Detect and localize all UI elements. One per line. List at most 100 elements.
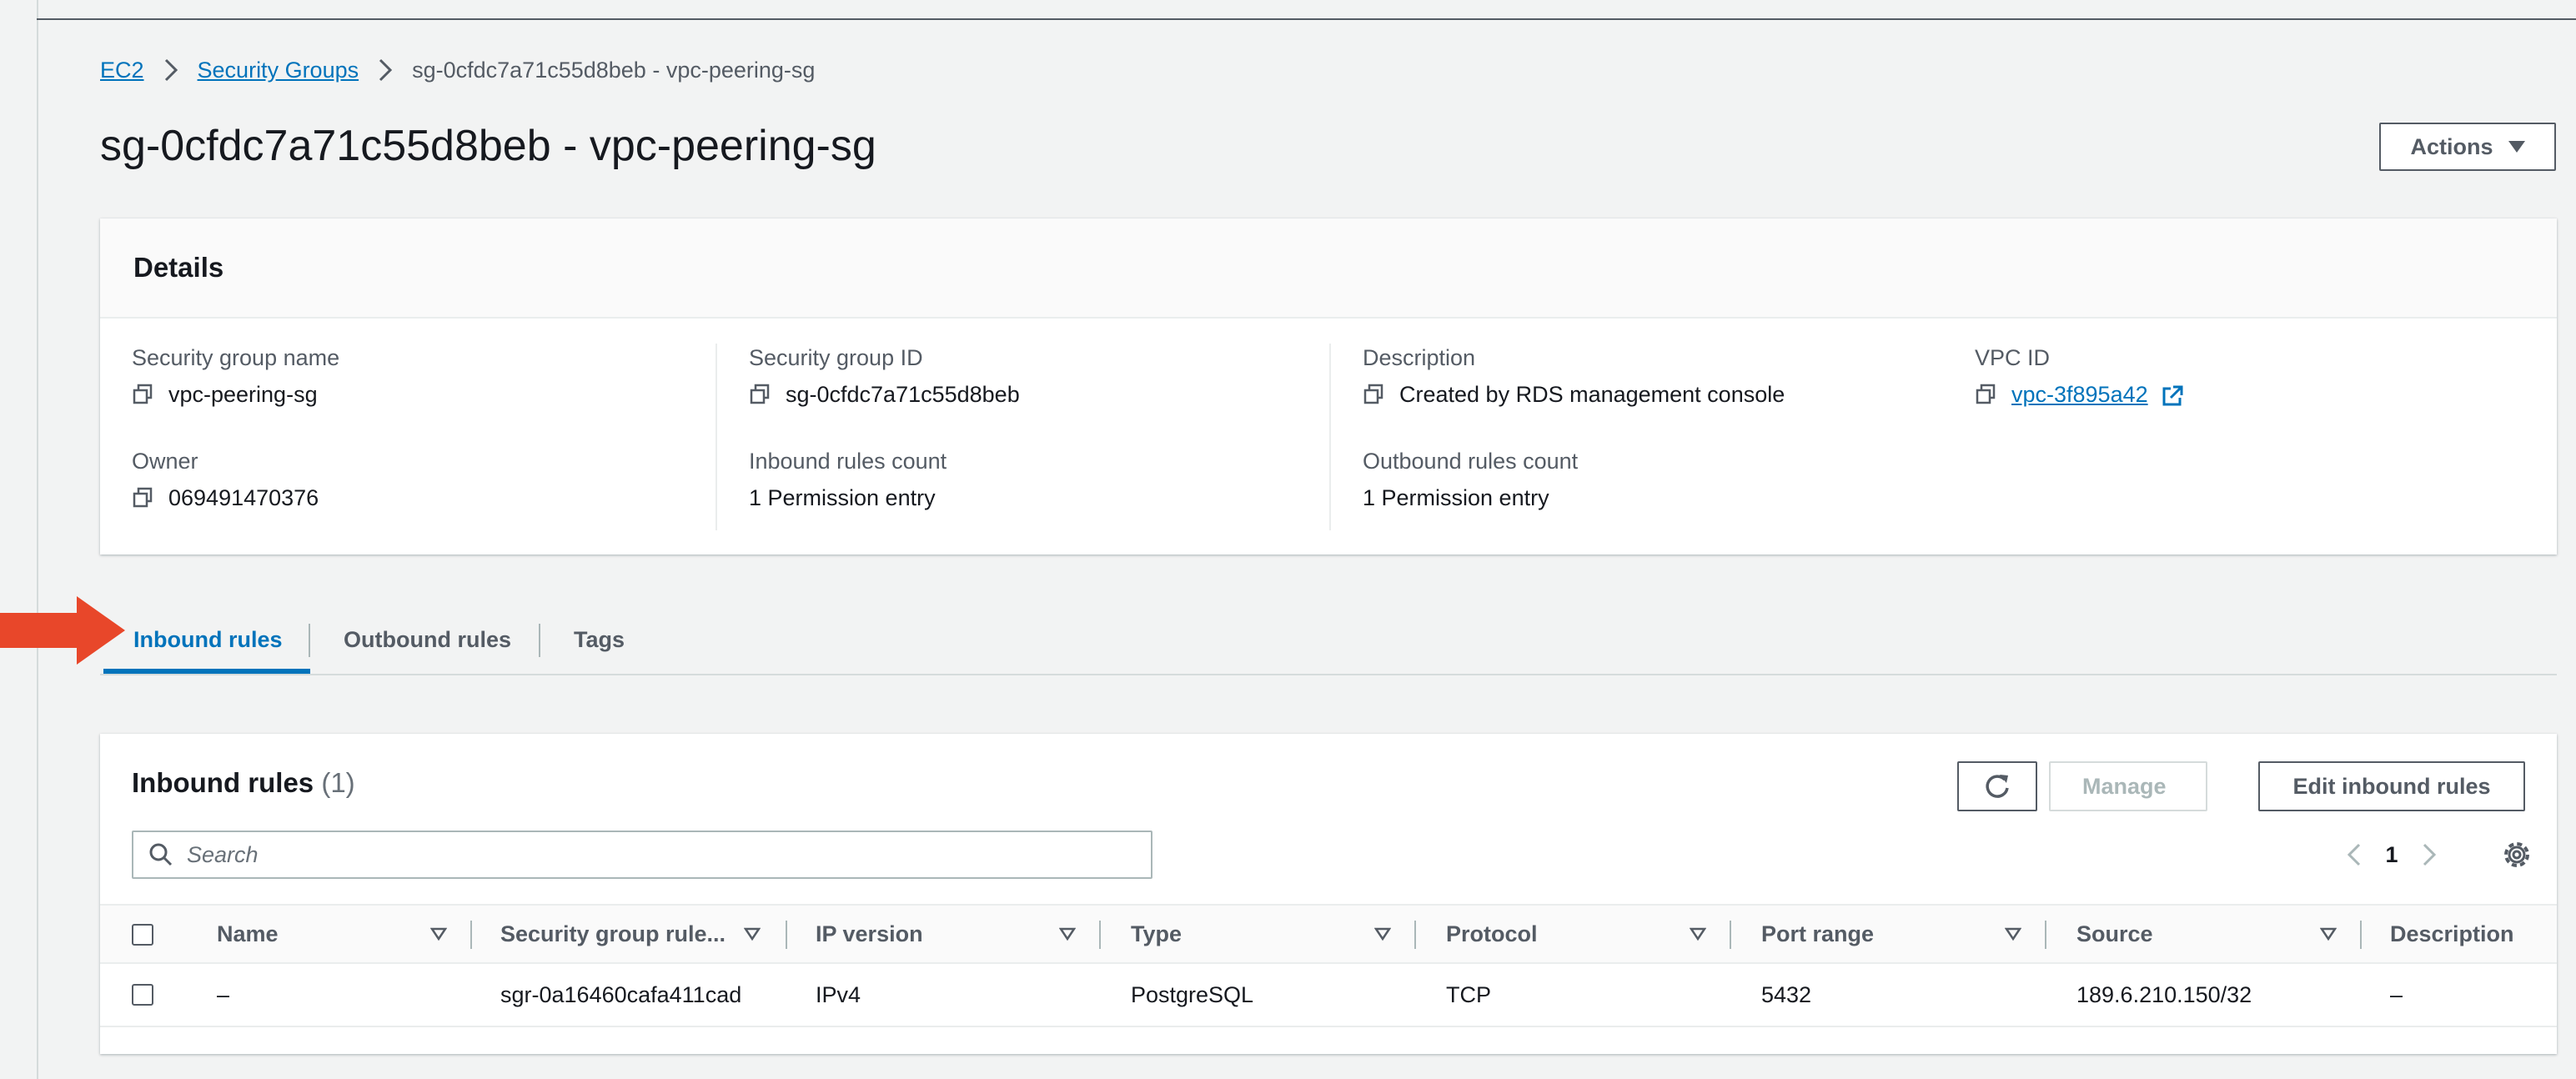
breadcrumb-security-groups-link[interactable]: Security Groups [198,58,359,83]
copy-icon[interactable] [749,384,771,405]
vpc-id-link[interactable]: vpc-3f895a42 [2011,382,2148,407]
breadcrumb-ec2-link[interactable]: EC2 [100,58,144,83]
inbound-rules-count: (1) [321,767,355,798]
field-label: Inbound rules count [749,449,947,474]
sort-icon[interactable] [2320,926,2337,942]
tab-tags[interactable]: Tags [574,605,625,674]
field-owner: Owner 069491470376 [132,447,319,512]
edit-inbound-rules-button[interactable]: Edit inbound rules [2258,761,2525,811]
active-tab-indicator [103,669,310,674]
chevron-right-icon [369,55,402,85]
chevron-right-icon [154,55,188,85]
details-heading: Details [133,252,224,283]
field-security-group-id: Security group ID sg-0cfdc7a71c55d8beb [749,344,1020,409]
sort-icon[interactable] [1059,926,1076,942]
cell-name: – [217,981,230,1007]
pagination: 1 [2333,832,2450,877]
field-label: Outbound rules count [1363,449,1579,474]
inbound-rules-panel: Inbound rules (1) Manage Edit inbound ru… [100,734,2557,1054]
refresh-icon [1986,775,2009,798]
cell-type: PostgreSQL [1131,981,1254,1007]
cell-protocol: TCP [1446,981,1491,1007]
details-column: Security group name vpc-peering-sg Owner… [100,344,716,530]
tab-outbound-rules[interactable]: Outbound rules [344,605,511,674]
row-checkbox[interactable] [132,984,153,1006]
column-divider [1414,921,1416,949]
details-column: Description Created by RDS management co… [1329,344,1945,530]
copy-icon[interactable] [1363,384,1384,405]
field-label: Description [1363,345,1476,370]
select-all-checkbox[interactable] [132,924,153,946]
column-header-description[interactable]: Description [2390,906,2514,962]
field-value: vpc-peering-sg [168,382,318,407]
tab-bar: Inbound rules Outbound rules Tags [100,605,2557,675]
column-header-rule-id[interactable]: Security group rule... [500,906,726,962]
column-header-protocol[interactable]: Protocol [1446,906,1538,962]
column-header-source[interactable]: Source [2076,906,2153,962]
cell-rule-id: sgr-0a16460cafa411cad [500,981,742,1007]
column-divider [2360,921,2362,949]
field-security-group-name: Security group name vpc-peering-sg [132,344,339,409]
breadcrumb-current: sg-0cfdc7a71c55d8beb - vpc-peering-sg [412,57,816,83]
column-divider [2045,921,2046,949]
left-frame [0,0,38,1079]
table-row[interactable]: – sgr-0a16460cafa411cad IPv4 PostgreSQL … [100,964,2557,1027]
top-divider [37,18,2576,20]
column-divider [470,921,472,949]
field-label: Owner [132,449,198,474]
copy-icon[interactable] [1975,384,1996,405]
field-value: 069491470376 [168,485,319,510]
field-value: 1 Permission entry [749,485,936,510]
refresh-button[interactable] [1957,761,2037,811]
field-vpc-id: VPC ID vpc-3f895a42 [1975,344,2184,409]
column-header-port-range[interactable]: Port range [1761,906,1874,962]
copy-icon[interactable] [132,384,153,405]
column-header-type[interactable]: Type [1131,906,1182,962]
breadcrumb: EC2 Security Groups sg-0cfdc7a71c55d8beb… [100,55,815,85]
page-number[interactable]: 1 [2375,842,2408,868]
column-header-name[interactable]: Name [217,906,279,962]
copy-icon[interactable] [132,487,153,509]
sort-icon[interactable] [430,926,447,942]
details-header: Details [100,218,2557,319]
sort-icon[interactable] [744,926,761,942]
column-divider [1730,921,1731,949]
actions-button-label: Actions [2410,133,2493,159]
details-panel: Details Security group name vpc-peering-… [100,218,2557,555]
table-header: Name Security group rule... IP version T… [100,904,2557,964]
search-icon [149,843,173,866]
chevron-right-icon[interactable] [2408,834,2450,876]
cell-description: – [2390,981,2403,1007]
sort-icon[interactable] [1374,926,1391,942]
arrow-annotation [0,596,125,665]
field-label: VPC ID [1975,345,2051,370]
sort-icon[interactable] [1690,926,1706,942]
gear-icon[interactable] [2498,836,2535,873]
column-header-ip-version[interactable]: IP version [816,906,923,962]
search-input[interactable] [185,841,1106,869]
inbound-rules-title: Inbound rules [132,767,314,798]
page-title: sg-0cfdc7a71c55d8beb - vpc-peering-sg [100,122,876,170]
details-column: VPC ID vpc-3f895a42 [1943,344,2557,530]
field-value: 1 Permission entry [1363,485,1549,510]
field-value: Created by RDS management console [1399,382,1785,407]
field-outbound-rules-count: Outbound rules count 1 Permission entry [1363,447,1578,512]
sort-icon[interactable] [2005,926,2021,942]
chevron-left-icon[interactable] [2333,834,2375,876]
manage-button[interactable]: Manage [2049,761,2207,811]
cell-source: 189.6.210.150/32 [2076,981,2252,1007]
column-divider [1099,921,1101,949]
actions-button[interactable]: Actions [2379,123,2556,171]
tab-inbound-rules[interactable]: Inbound rules [133,605,283,674]
cell-ip-version: IPv4 [816,981,861,1007]
caret-down-icon [2508,141,2525,153]
tab-divider [309,624,310,657]
details-column: Security group ID sg-0cfdc7a71c55d8beb I… [716,344,1331,530]
external-link-icon[interactable] [2161,384,2184,408]
field-label: Security group name [132,345,340,370]
cell-port-range: 5432 [1761,981,1812,1007]
tab-divider [539,624,540,657]
field-inbound-rules-count: Inbound rules count 1 Permission entry [749,447,947,512]
inbound-rules-heading: Inbound rules (1) [132,767,355,799]
field-value: sg-0cfdc7a71c55d8beb [786,382,1020,407]
